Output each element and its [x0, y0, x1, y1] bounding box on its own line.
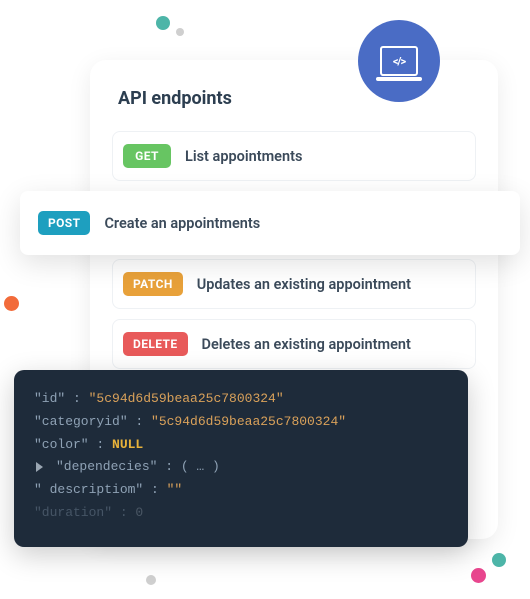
feature-badge: </>	[358, 20, 440, 102]
endpoint-label: List appointments	[185, 148, 302, 165]
endpoint-label: Create an appointments	[104, 215, 260, 232]
code-snippet-panel: "id" : "5c94d6d59beaa25c7800324" "catego…	[14, 370, 468, 547]
caret-right-icon	[36, 462, 43, 472]
code-line: "color" : NULL	[34, 434, 448, 457]
decor-dot	[471, 568, 486, 583]
decor-dot	[176, 28, 184, 36]
code-line: " descriptiom" : ""	[34, 479, 448, 502]
decor-dot	[146, 575, 156, 585]
method-badge-patch: PATCH	[123, 272, 183, 296]
code-line: "duration" : 0	[34, 502, 448, 525]
method-badge-post: POST	[38, 211, 90, 235]
decor-dot	[156, 16, 170, 30]
endpoint-label: Deletes an existing appointment	[202, 336, 411, 353]
decor-dot	[492, 553, 506, 567]
code-line-collapsible[interactable]: "dependecies" : ( … )	[34, 456, 448, 479]
code-line: "id" : "5c94d6d59beaa25c7800324"	[34, 388, 448, 411]
endpoint-row-get[interactable]: GET List appointments	[112, 131, 476, 181]
code-line: "categoryid" : "5c94d6d59beaa25c7800324"	[34, 411, 448, 434]
endpoint-row-patch[interactable]: PATCH Updates an existing appointment	[112, 259, 476, 309]
endpoint-row-post[interactable]: POST Create an appointments	[20, 191, 520, 255]
endpoint-label: Updates an existing appointment	[197, 276, 411, 293]
laptop-code-icon: </>	[380, 46, 418, 76]
method-badge-delete: DELETE	[123, 332, 188, 356]
endpoint-row-delete[interactable]: DELETE Deletes an existing appointment	[112, 319, 476, 369]
decor-dot	[4, 296, 19, 311]
method-badge-get: GET	[123, 144, 171, 168]
